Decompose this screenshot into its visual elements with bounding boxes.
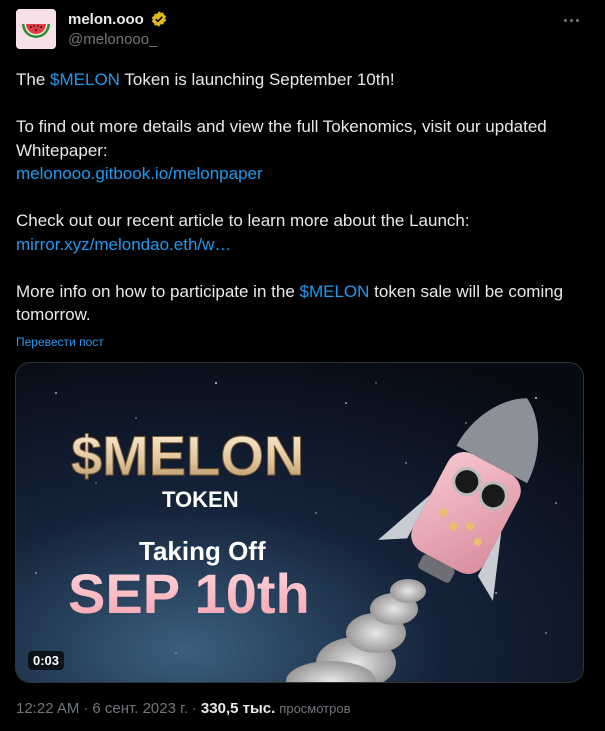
post-date[interactable]: 6 сент. 2023 г. <box>92 700 188 717</box>
view-count: 330,5 тыс. <box>200 700 276 717</box>
post-text: The $MELON Token is launching September … <box>16 68 591 327</box>
cashtag-link[interactable]: $MELON <box>50 70 120 89</box>
video-player[interactable]: $MELON TOKEN Taking Off SEP 10th 0:03 <box>15 362 584 683</box>
text-segment: Token is launching September 10th! <box>119 70 395 89</box>
cashtag-link[interactable]: $MELON <box>300 282 370 301</box>
media-date: SEP 10th <box>68 562 310 625</box>
more-options-icon[interactable] <box>559 10 583 30</box>
video-duration: 0:03 <box>28 651 65 670</box>
watermelon-icon <box>16 9 56 49</box>
media-subtitle: TOKEN <box>162 487 239 512</box>
post-paragraph-2: To find out more details and view the fu… <box>16 117 547 160</box>
post: melon.ooo @melonooo_ The $MELON Token is… <box>0 0 605 731</box>
text-segment: More info on how to participate in the <box>16 281 300 301</box>
post-line-1: The $MELON Token is launching September … <box>16 68 591 92</box>
video-thumbnail: $MELON TOKEN Taking Off SEP 10th <box>16 363 583 682</box>
views-label: просмотров <box>279 701 351 716</box>
post-paragraph-3: Check out our recent article to learn mo… <box>16 211 470 230</box>
media-title: $MELON <box>71 424 304 487</box>
author-name-row: melon.ooo <box>68 10 168 28</box>
display-name[interactable]: melon.ooo <box>68 11 144 28</box>
avatar[interactable] <box>16 9 56 49</box>
author-handle[interactable]: @melonooo_ <box>68 31 157 48</box>
post-meta: 12:22 AM · 6 сент. 2023 г. · 330,5 тыс. … <box>16 700 351 717</box>
translate-post-link[interactable]: Перевести пост <box>16 335 104 349</box>
post-paragraph-4: More info on how to participate in the $… <box>16 280 591 327</box>
article-link[interactable]: mirror.xyz/melondao.eth/w… <box>16 235 231 254</box>
verified-badge-icon[interactable] <box>150 10 168 28</box>
separator-dot: · <box>191 700 197 717</box>
whitepaper-link[interactable]: melonooo.gitbook.io/melonpaper <box>16 164 263 183</box>
separator-dot: · <box>83 700 89 717</box>
post-time[interactable]: 12:22 AM <box>16 700 79 717</box>
text-segment: The <box>16 70 51 89</box>
